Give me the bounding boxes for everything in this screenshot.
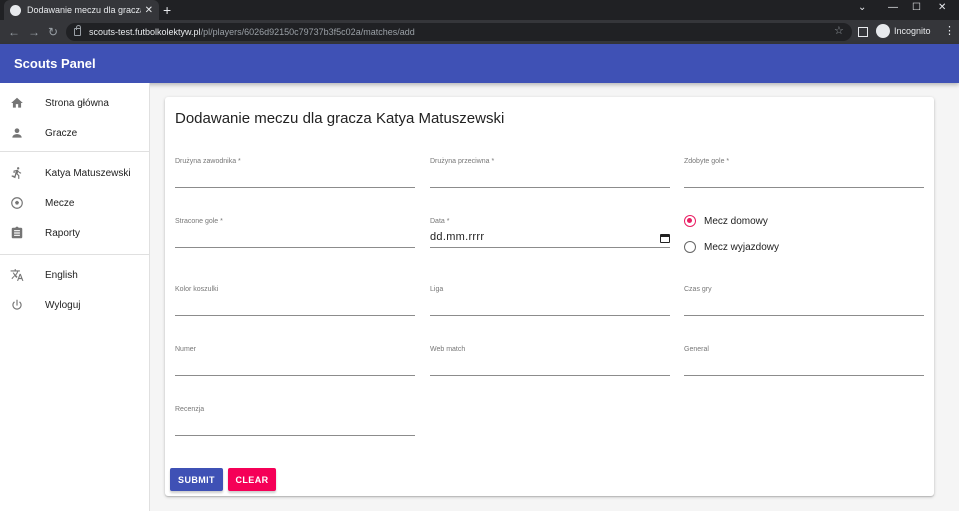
reload-icon[interactable]: ↻ (48, 24, 58, 40)
date-value: dd.mm.rrrr (430, 231, 485, 243)
url-path: /pl/players/6026d92150c79737b3f5c02a/mat… (200, 27, 415, 37)
page-title: Dodawanie meczu dla gracza Katya Matusze… (175, 110, 505, 127)
number-label: Numer (175, 346, 197, 353)
tab-title: Dodawanie meczu dla gracza Kat (27, 5, 141, 15)
tshirt-color-field[interactable]: Kolor koszulki (175, 286, 415, 316)
radio-unchecked-icon (684, 241, 696, 253)
incognito-icon (876, 24, 890, 38)
sidebar-item-language[interactable]: English (0, 260, 149, 290)
lock-icon (74, 25, 81, 36)
sidebar-item-label: Strona główna (45, 97, 109, 109)
sidebar-item-label: Wyloguj (45, 299, 81, 311)
app-title: Scouts Panel (14, 56, 96, 71)
enemy-team-label: Drużyna przeciwna * (430, 158, 495, 165)
translate-icon (10, 268, 24, 282)
away-match-radio[interactable]: Mecz wyjazdowy (684, 241, 779, 253)
enemy-goals-label: Stracone gole * (175, 218, 223, 225)
general-label: General (684, 346, 709, 353)
incognito-indicator[interactable]: Incognito (876, 24, 931, 38)
bookmark-star-icon[interactable]: ☆ (834, 24, 844, 37)
league-field[interactable]: Liga (430, 286, 670, 316)
maximize-button[interactable]: ☐ (912, 2, 921, 13)
home-match-label: Mecz domowy (704, 215, 768, 227)
review-field[interactable]: Recenzja (175, 406, 415, 436)
url-host: scouts-test.futbolkolektyw.pl (89, 27, 201, 37)
my-goals-label: Zdobyte gole * (684, 158, 730, 165)
person-icon (10, 126, 24, 140)
sidebar: Strona główna Gracze Katya Matuszewski M… (0, 83, 150, 511)
forward-icon[interactable]: → (28, 24, 40, 40)
address-bar[interactable]: scouts-test.futbolkolektyw.pl /pl/player… (66, 23, 852, 41)
browser-tab-strip: Dodawanie meczu dla gracza Kat ✕ + ⌄ — ☐… (0, 0, 959, 20)
home-icon (10, 96, 24, 110)
calendar-icon[interactable] (660, 234, 670, 243)
tab-search-icon[interactable]: ⌄ (858, 2, 866, 13)
my-team-field[interactable]: Drużyna zawodnika * (175, 158, 415, 188)
back-icon[interactable]: ← (8, 24, 20, 40)
sidebar-item-label: Mecze (45, 197, 75, 209)
soccer-ball-icon (10, 196, 24, 210)
web-match-field[interactable]: Web match (430, 346, 670, 376)
sidebar-divider (0, 151, 149, 152)
minimize-button[interactable]: — (888, 2, 898, 13)
number-field[interactable]: Numer (175, 346, 415, 376)
enemy-team-field[interactable]: Drużyna przeciwna * (430, 158, 670, 188)
sidebar-item-label: English (45, 269, 78, 281)
browser-menu-icon[interactable]: ⋮ (944, 24, 955, 37)
sidebar-item-player-profile[interactable]: Katya Matuszewski (0, 158, 149, 188)
sidebar-item-label: Gracze (45, 127, 78, 139)
sidebar-item-home[interactable]: Strona główna (0, 88, 149, 118)
home-match-radio[interactable]: Mecz domowy (684, 215, 768, 227)
side-panel-icon[interactable] (858, 27, 868, 37)
power-icon (10, 298, 24, 312)
time-played-label: Czas gry (684, 286, 712, 293)
sidebar-item-logout[interactable]: Wyloguj (0, 290, 149, 320)
my-goals-field[interactable]: Zdobyte gole * (684, 158, 924, 188)
add-match-card: Dodawanie meczu dla gracza Katya Matusze… (165, 97, 934, 496)
sidebar-item-label: Raporty (45, 227, 81, 239)
close-tab-icon[interactable]: ✕ (145, 5, 153, 16)
date-field[interactable]: Data * dd.mm.rrrr (430, 218, 670, 248)
browser-tab[interactable]: Dodawanie meczu dla gracza Kat ✕ (4, 0, 159, 20)
away-match-label: Mecz wyjazdowy (704, 241, 780, 253)
sidebar-item-label: Katya Matuszewski (45, 167, 131, 179)
submit-button[interactable]: SUBMIT (170, 468, 223, 491)
enemy-goals-field[interactable]: Stracone gole * (175, 218, 415, 248)
sidebar-divider (0, 254, 149, 255)
league-label: Liga (430, 286, 444, 293)
sidebar-item-players[interactable]: Gracze (0, 118, 149, 148)
incognito-label: Incognito (894, 26, 931, 36)
sidebar-item-matches[interactable]: Mecze (0, 188, 149, 218)
web-match-label: Web match (430, 346, 466, 353)
globe-icon (10, 4, 21, 16)
date-label: Data * (430, 218, 450, 225)
clear-button[interactable]: CLEAR (228, 468, 276, 491)
running-icon (10, 166, 24, 180)
clipboard-icon (10, 226, 24, 240)
my-team-label: Drużyna zawodnika * (175, 158, 241, 165)
radio-checked-icon (684, 215, 696, 227)
review-label: Recenzja (175, 406, 205, 413)
general-field[interactable]: General (684, 346, 924, 376)
new-tab-button[interactable]: + (163, 2, 171, 18)
sidebar-item-reports[interactable]: Raporty (0, 218, 149, 248)
tshirt-color-label: Kolor koszulki (175, 286, 219, 293)
browser-toolbar: ← → ↻ scouts-test.futbolkolektyw.pl /pl/… (0, 20, 959, 44)
close-window-button[interactable]: ✕ (938, 2, 946, 13)
app-bar: Scouts Panel (0, 44, 959, 83)
time-played-field[interactable]: Czas gry (684, 286, 924, 316)
